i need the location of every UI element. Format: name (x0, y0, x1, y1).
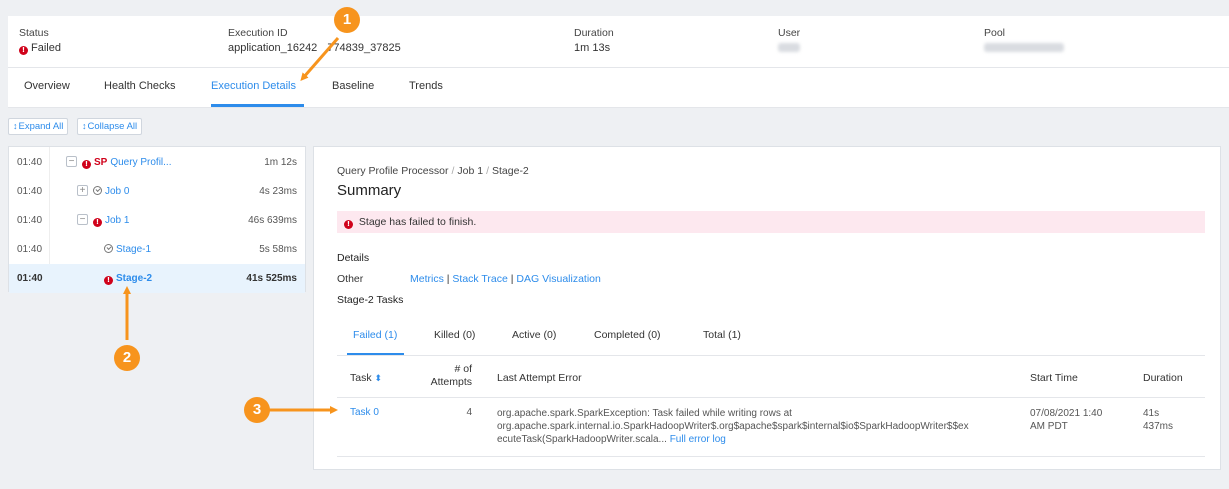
annotation-marker-1: 1 (334, 7, 360, 33)
annotation-marker-3: 3 (244, 397, 270, 423)
annotation-arrows (123, 37, 340, 414)
annotation-arrow-1 (300, 37, 340, 82)
annotation-marker-2: 2 (114, 345, 140, 371)
